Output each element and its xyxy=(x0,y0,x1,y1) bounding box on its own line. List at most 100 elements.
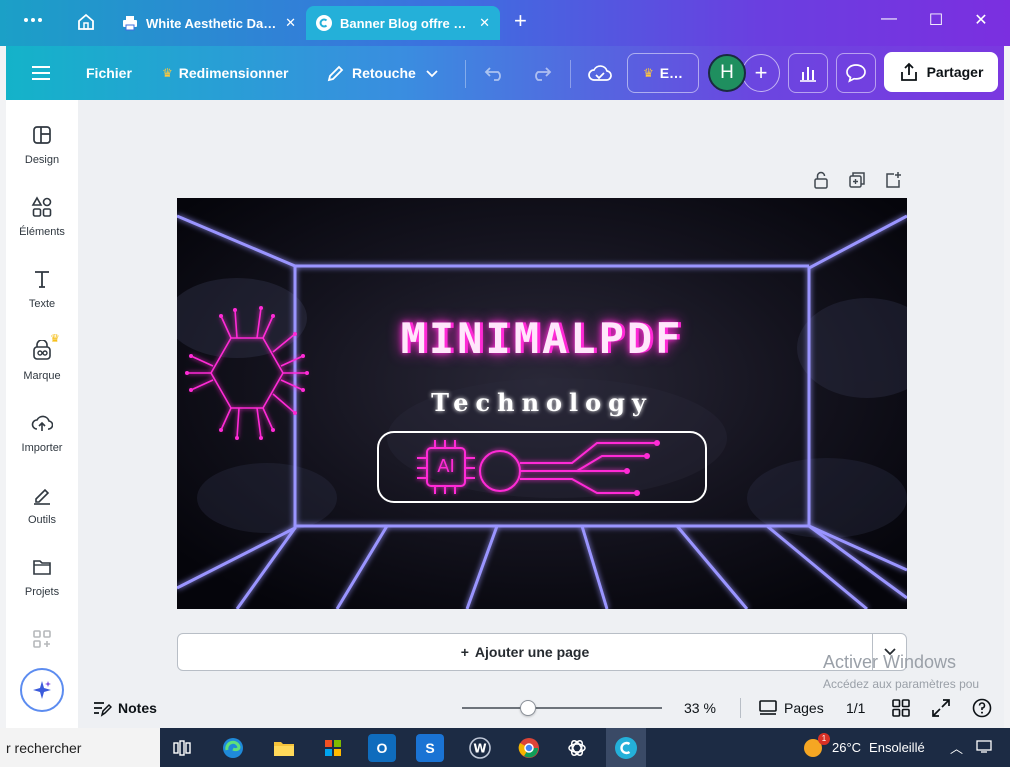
notes-button[interactable]: Notes xyxy=(92,688,157,728)
share-upload-icon xyxy=(900,62,917,81)
toolbar-divider xyxy=(465,60,466,88)
tab-title: Banner Blog offre … xyxy=(340,15,467,31)
duplicate-page-icon[interactable] xyxy=(847,170,867,190)
chevron-down-icon xyxy=(426,65,438,81)
chrome-icon[interactable] xyxy=(515,734,543,762)
chevron-up-icon[interactable]: ︿ xyxy=(950,738,963,757)
network-icon[interactable] xyxy=(976,738,992,757)
zoom-slider[interactable] xyxy=(462,700,662,716)
apps-grid-icon xyxy=(33,630,51,648)
share-button[interactable]: Partager xyxy=(884,52,998,92)
magic-assistant-button[interactable] xyxy=(20,668,64,712)
avatar[interactable]: H xyxy=(708,54,746,92)
file-menu-label: Fichier xyxy=(86,65,132,81)
file-explorer-icon[interactable] xyxy=(270,734,298,762)
sidebar-item-text[interactable]: Texte xyxy=(6,268,78,328)
cloud-saved-icon[interactable] xyxy=(588,46,612,100)
toolbar-divider xyxy=(570,60,571,88)
browser-tab-active[interactable]: Banner Blog offre … ✕ xyxy=(306,6,500,40)
canva-app-icon[interactable] xyxy=(606,728,646,767)
more-dots-icon[interactable] xyxy=(22,12,44,33)
file-menu-button[interactable]: Fichier xyxy=(86,46,132,100)
page-counter: 1/1 xyxy=(846,700,866,716)
sidebar-item-label: Projets xyxy=(24,586,60,598)
sidebar-item-design[interactable]: Design xyxy=(6,124,78,184)
help-icon[interactable] xyxy=(972,688,992,728)
weather-widget[interactable]: 1 26°C Ensoleillé xyxy=(802,728,925,767)
watermark-subtitle: Accédez aux paramètres pou xyxy=(823,677,980,691)
zoom-level[interactable]: 33 % xyxy=(684,688,716,728)
new-tab-icon[interactable]: + xyxy=(514,8,527,34)
store-icon[interactable] xyxy=(319,734,347,762)
sidebar-item-elements[interactable]: Éléments xyxy=(6,196,78,256)
resize-button[interactable]: ♛ Redimensionner xyxy=(162,46,288,100)
w-app-icon[interactable]: W xyxy=(466,734,494,762)
windows-activation-watermark: Activer Windows Accédez aux paramètres p… xyxy=(823,652,979,691)
zoom-slider-handle[interactable] xyxy=(520,700,536,716)
browser-tab[interactable]: White Aesthetic Da… ✕ xyxy=(112,6,306,40)
pages-label: Pages xyxy=(784,700,824,716)
resize-label: Redimensionner xyxy=(178,65,289,81)
bar-chart-icon xyxy=(800,67,816,82)
sidebar-item-projects[interactable]: Projets xyxy=(6,556,78,616)
svg-text:W: W xyxy=(473,742,486,756)
taskbar-search-box[interactable]: r rechercher xyxy=(0,728,160,767)
chatgpt-icon[interactable] xyxy=(563,734,591,762)
s-app-icon[interactable]: S xyxy=(416,734,444,762)
layout-icon xyxy=(33,126,51,144)
sidebar-item-brand[interactable]: Marque ♛ xyxy=(6,333,78,400)
comments-button[interactable] xyxy=(836,53,876,93)
text-icon xyxy=(35,271,49,288)
editor-status-bar: Notes 33 % Pages 1/1 xyxy=(78,688,1004,728)
crown-icon: ♛ xyxy=(50,333,60,345)
taskbar-search-text: r rechercher xyxy=(6,739,82,756)
pages-button[interactable]: Pages xyxy=(758,688,824,728)
sun-icon: 1 xyxy=(802,732,830,759)
add-page-icon[interactable] xyxy=(883,170,903,190)
sidebar-item-label: Importer xyxy=(21,442,63,454)
crown-icon: ♛ xyxy=(642,66,654,80)
design-subtitle[interactable]: Technology xyxy=(177,388,907,417)
task-view-icon[interactable] xyxy=(168,734,196,762)
sidebar-item-label: Design xyxy=(24,154,60,166)
outlook-icon[interactable]: O xyxy=(368,734,396,762)
add-collaborator-button[interactable]: + xyxy=(742,54,780,92)
menu-icon[interactable] xyxy=(32,46,52,100)
fullscreen-icon[interactable] xyxy=(932,688,950,728)
edit-mode-button[interactable]: Retouche xyxy=(326,46,438,100)
sidebar-item-tools[interactable]: Outils xyxy=(6,484,78,544)
redo-icon[interactable] xyxy=(530,46,552,100)
upgrade-button[interactable]: ♛ E… xyxy=(627,53,699,93)
close-icon[interactable]: ✕ xyxy=(285,15,296,31)
design-title[interactable]: MINIMALPDF xyxy=(177,314,907,363)
close-icon[interactable]: ✕ xyxy=(479,15,490,31)
undo-icon[interactable] xyxy=(484,46,506,100)
status-divider xyxy=(740,698,741,718)
grid-view-icon[interactable] xyxy=(892,688,910,728)
maximize-icon[interactable]: ☐ xyxy=(921,10,951,30)
minimize-icon[interactable]: — xyxy=(874,10,904,28)
sparkle-icon xyxy=(33,681,51,699)
close-window-icon[interactable]: ✕ xyxy=(966,10,996,30)
edge-browser-icon[interactable] xyxy=(219,734,247,762)
upgrade-label: E… xyxy=(659,65,684,81)
design-page[interactable]: MINIMALPDF Technology AI xyxy=(177,198,907,609)
home-icon[interactable] xyxy=(76,12,96,37)
browser-tab-strip: White Aesthetic Da… ✕ Banner Blog offre … xyxy=(0,0,1010,46)
add-page-button[interactable]: + Ajouter une page xyxy=(178,644,872,660)
tab-title: White Aesthetic Da… xyxy=(146,15,277,31)
notes-icon xyxy=(94,702,112,717)
pages-icon xyxy=(759,700,777,715)
editor-toolbar: Fichier ♛ Redimensionner Retouche ♛ E… +… xyxy=(6,46,1004,100)
add-page-label: Ajouter une page xyxy=(474,644,590,660)
cloud-upload-icon xyxy=(31,415,53,431)
share-label: Partager xyxy=(926,64,984,80)
insights-button[interactable] xyxy=(788,53,828,93)
canvas-area: MINIMALPDF Technology AI + Ajouter une p… xyxy=(78,100,1004,728)
sidebar-item-label: Éléments xyxy=(19,226,65,238)
windows-taskbar: r rechercher O S W 1 26°C Ensoleillé ︿ xyxy=(0,728,1010,767)
speech-bubble-icon xyxy=(846,64,866,83)
lock-icon[interactable] xyxy=(811,170,831,190)
left-sidebar: Design Éléments Texte Marque ♛ Importer … xyxy=(6,100,78,728)
sidebar-item-upload[interactable]: Importer xyxy=(6,412,78,472)
